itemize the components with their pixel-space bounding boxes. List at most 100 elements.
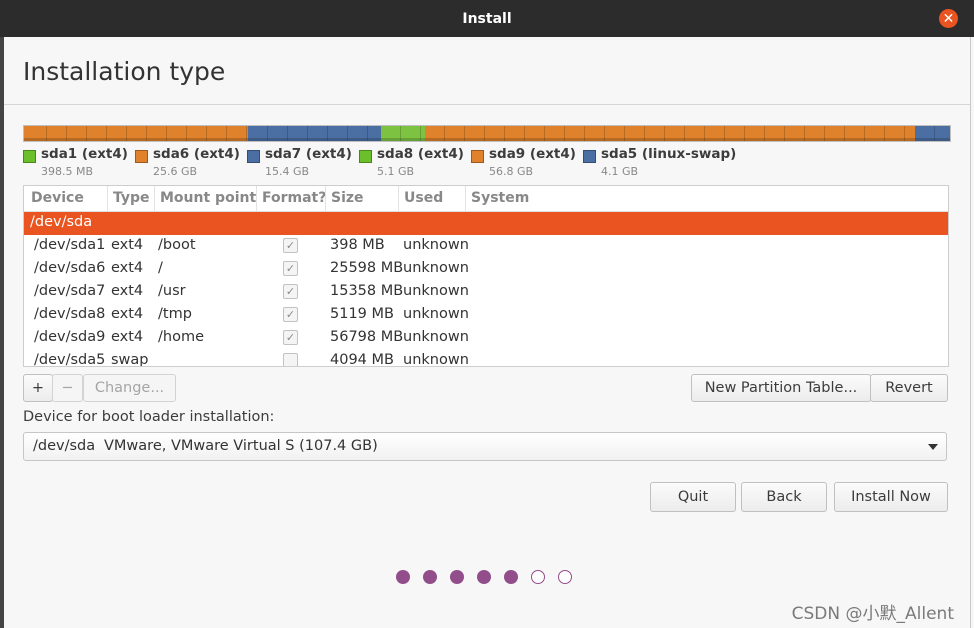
column-header-mount-point[interactable]: Mount point bbox=[160, 190, 256, 206]
chevron-down-icon bbox=[928, 444, 938, 450]
legend-size: 15.4 GB bbox=[265, 165, 310, 178]
size-cell: 56798 MB bbox=[330, 329, 404, 345]
legend-name: sda7 (ext4) bbox=[265, 146, 352, 162]
legend-swatch bbox=[359, 150, 372, 163]
progress-dot bbox=[477, 570, 491, 584]
install-now-button[interactable]: Install Now bbox=[834, 482, 948, 512]
quit-button[interactable]: Quit bbox=[650, 482, 736, 512]
type-cell: ext4 bbox=[111, 283, 144, 299]
legend-size: 4.1 GB bbox=[601, 165, 639, 178]
disk-segment-sda8 bbox=[381, 126, 425, 141]
boot-loader-description: VMware, VMware Virtual S (107.4 GB) bbox=[104, 438, 378, 454]
progress-dot bbox=[531, 570, 545, 584]
mount-point-cell: /boot bbox=[158, 237, 196, 253]
table-row[interactable]: /dev/sda1 ext4/boot ✓ 398 MB unknown bbox=[24, 235, 948, 258]
column-header-type[interactable]: Type bbox=[113, 190, 150, 206]
size-cell: 398 MB bbox=[330, 237, 385, 253]
legend-swatch bbox=[471, 150, 484, 163]
header-divider bbox=[4, 104, 970, 105]
table-header: Device Type Mount point Format? Size Use… bbox=[24, 186, 948, 212]
legend-name: sda6 (ext4) bbox=[153, 146, 240, 162]
add-partition-button[interactable]: + bbox=[23, 374, 53, 402]
boot-loader-device: /dev/sda bbox=[33, 438, 96, 454]
partition-table[interactable]: Device Type Mount point Format? Size Use… bbox=[23, 185, 949, 367]
back-button[interactable]: Back bbox=[741, 482, 827, 512]
table-row[interactable]: /dev/sda9 ext4/home ✓ 56798 MB unknown bbox=[24, 327, 948, 350]
disk-segment-sda9 bbox=[425, 126, 915, 141]
column-header-system[interactable]: System bbox=[471, 190, 529, 206]
table-row[interactable]: /dev/sda5 swap 4094 MB unknown bbox=[24, 350, 948, 367]
table-row[interactable]: /dev/sda8 ext4/tmp ✓ 5119 MB unknown bbox=[24, 304, 948, 327]
column-header-format[interactable]: Format? bbox=[262, 190, 326, 206]
progress-dot bbox=[396, 570, 410, 584]
change-partition-button[interactable]: Change... bbox=[83, 374, 176, 402]
size-cell: 25598 MB bbox=[330, 260, 404, 276]
device-cell: /dev/sda5 bbox=[34, 352, 106, 367]
column-header-device[interactable]: Device bbox=[31, 190, 84, 206]
disk-segment-sda7 bbox=[248, 126, 381, 141]
content-area: Installation type sda1 (ext4) 398.5 MB sda… bbox=[0, 37, 971, 628]
legend-name: sda5 (linux-swap) bbox=[601, 146, 737, 162]
disk-segment-sda5 bbox=[915, 126, 950, 141]
new-partition-table-button[interactable]: New Partition Table... bbox=[691, 374, 871, 402]
remove-partition-button[interactable]: − bbox=[52, 374, 83, 402]
table-row[interactable]: /dev/sda7 ext4/usr ✓ 15358 MB unknown bbox=[24, 281, 948, 304]
size-cell: 4094 MB bbox=[330, 352, 394, 367]
page-title: Installation type bbox=[23, 57, 226, 86]
device-cell: /dev/sda bbox=[30, 214, 93, 230]
device-cell: /dev/sda1 bbox=[34, 237, 106, 253]
used-cell: unknown bbox=[403, 237, 469, 253]
format-checkbox[interactable] bbox=[283, 353, 298, 366]
legend-name: sda1 (ext4) bbox=[41, 146, 128, 162]
installer-window: Install ✕ Installation type sda1 (ext4) 3… bbox=[0, 0, 974, 628]
type-cell: ext4 bbox=[111, 237, 144, 253]
window-title: Install bbox=[462, 10, 512, 27]
device-cell: /dev/sda9 bbox=[34, 329, 106, 345]
device-cell: /dev/sda8 bbox=[34, 306, 106, 322]
boot-loader-label: Device for boot loader installation: bbox=[23, 409, 275, 425]
type-cell: ext4 bbox=[111, 306, 144, 322]
mount-point-cell: /tmp bbox=[158, 306, 192, 322]
progress-dot bbox=[423, 570, 437, 584]
legend-size: 5.1 GB bbox=[377, 165, 415, 178]
legend-swatch bbox=[23, 150, 36, 163]
progress-dot bbox=[450, 570, 464, 584]
mount-point-cell: / bbox=[158, 260, 163, 276]
size-cell: 5119 MB bbox=[330, 306, 394, 322]
legend-name: sda9 (ext4) bbox=[489, 146, 576, 162]
close-icon[interactable]: ✕ bbox=[939, 9, 958, 28]
disk-segment-sda6 bbox=[27, 126, 248, 141]
format-checkbox[interactable]: ✓ bbox=[283, 307, 298, 322]
legend-size: 398.5 MB bbox=[41, 165, 94, 178]
table-row[interactable]: /dev/sda6 ext4 / ✓ 25598 MB unknown bbox=[24, 258, 948, 281]
format-checkbox[interactable]: ✓ bbox=[283, 261, 298, 276]
device-cell: /dev/sda7 bbox=[34, 283, 106, 299]
legend-swatch bbox=[247, 150, 260, 163]
format-checkbox[interactable]: ✓ bbox=[283, 330, 298, 345]
boot-loader-device-select[interactable]: /dev/sda VMware, VMware Virtual S (107.4… bbox=[23, 432, 947, 461]
type-cell: ext4 bbox=[111, 260, 144, 276]
used-cell: unknown bbox=[403, 329, 469, 345]
column-header-used[interactable]: Used bbox=[404, 190, 443, 206]
legend-size: 56.8 GB bbox=[489, 165, 534, 178]
type-cell: ext4 bbox=[111, 329, 144, 345]
format-checkbox[interactable]: ✓ bbox=[283, 238, 298, 253]
titlebar: Install ✕ bbox=[0, 0, 974, 37]
device-cell: /dev/sda6 bbox=[34, 260, 106, 276]
table-row-disk[interactable]: /dev/sda bbox=[24, 212, 948, 235]
progress-dot bbox=[504, 570, 518, 584]
mount-point-cell: /home bbox=[158, 329, 204, 345]
legend-size: 25.6 GB bbox=[153, 165, 198, 178]
legend-name: sda8 (ext4) bbox=[377, 146, 464, 162]
disk-usage-bar bbox=[23, 125, 951, 142]
legend-swatch bbox=[135, 150, 148, 163]
used-cell: unknown bbox=[403, 306, 469, 322]
revert-button[interactable]: Revert bbox=[870, 374, 948, 402]
type-cell: swap bbox=[111, 352, 149, 367]
legend-swatch bbox=[583, 150, 596, 163]
progress-dot bbox=[558, 570, 572, 584]
used-cell: unknown bbox=[403, 352, 469, 367]
mount-point-cell: /usr bbox=[158, 283, 186, 299]
format-checkbox[interactable]: ✓ bbox=[283, 284, 298, 299]
column-header-size[interactable]: Size bbox=[331, 190, 364, 206]
